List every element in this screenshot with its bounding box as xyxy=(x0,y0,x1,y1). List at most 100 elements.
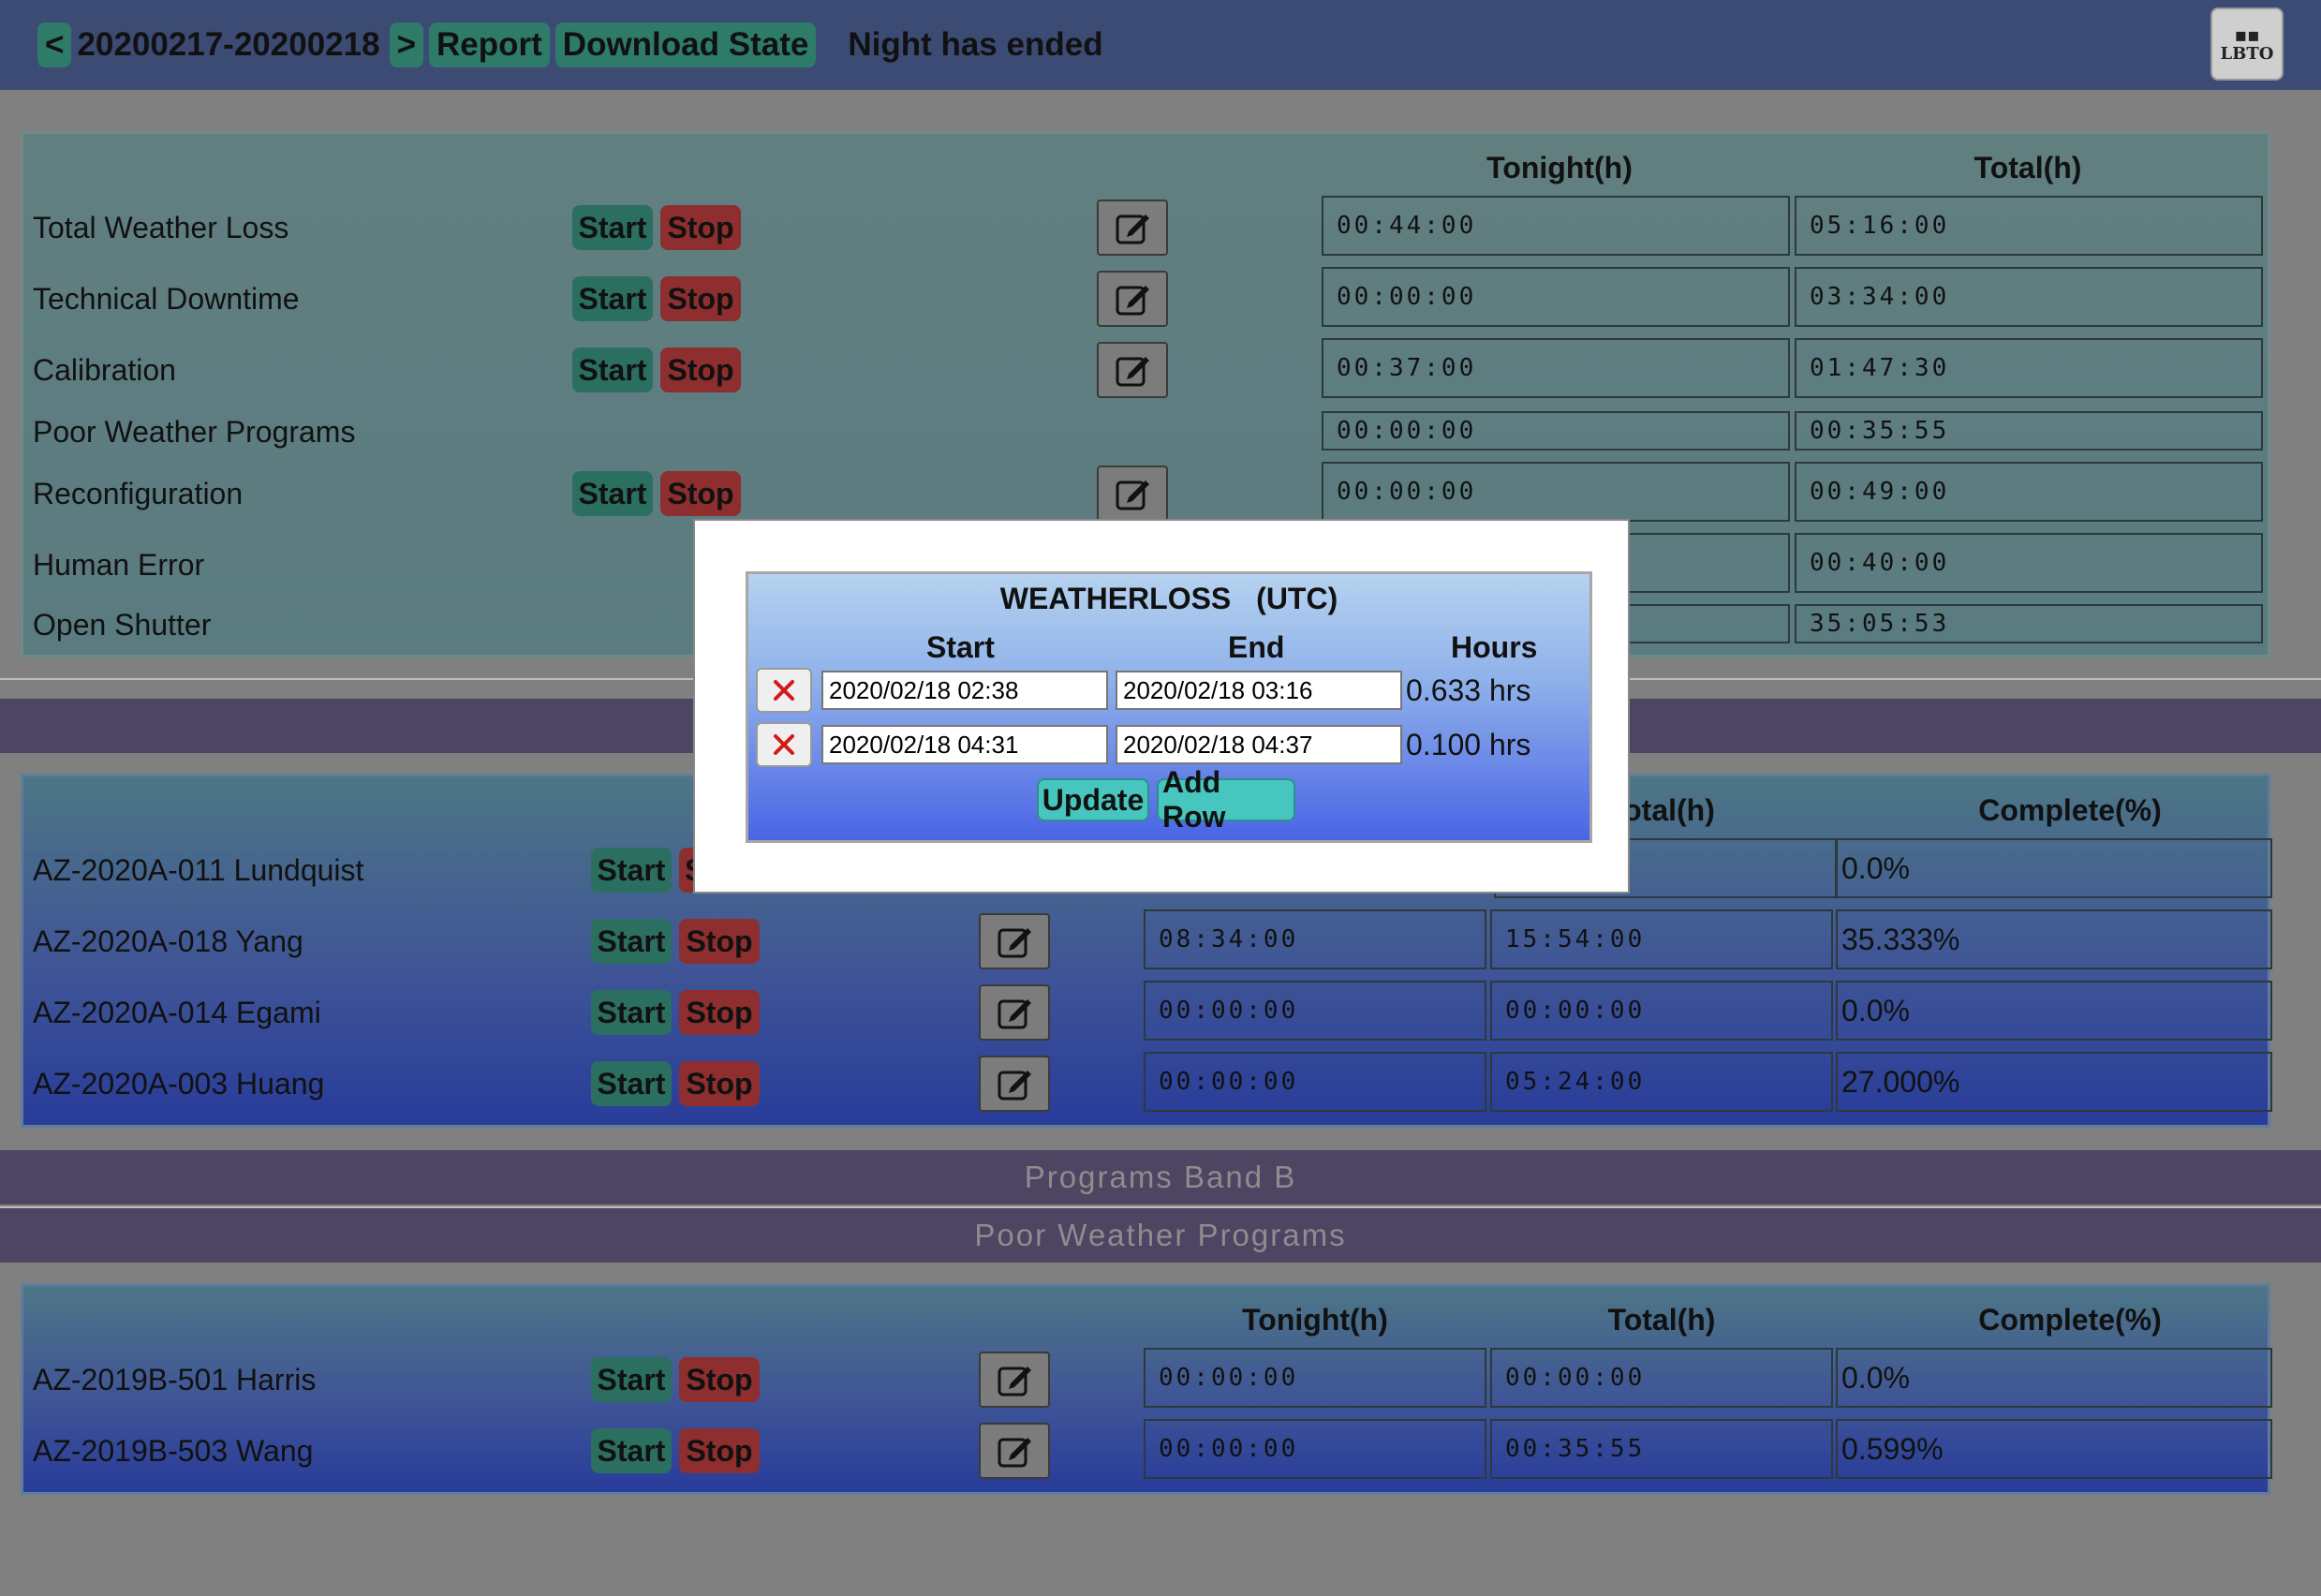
end-time-input[interactable]: 2020/02/18 03:16 xyxy=(1116,671,1402,710)
total-field-human-error[interactable]: 00:40:00 xyxy=(1795,533,2263,593)
complete-field-egami[interactable]: 0.0% xyxy=(1836,981,2272,1041)
total-field-harris[interactable]: 00:00:00 xyxy=(1490,1348,1833,1408)
edit-wang-button[interactable] xyxy=(979,1423,1050,1479)
tonight-field-wang[interactable]: 00:00:00 xyxy=(1144,1419,1486,1479)
stop-button-yang[interactable]: Stop xyxy=(679,919,760,964)
edit-harris-button[interactable] xyxy=(979,1352,1050,1408)
complete-field-harris[interactable]: 0.0% xyxy=(1836,1348,2272,1408)
tonight-field-technical-downtime[interactable]: 00:00:00 xyxy=(1322,267,1790,327)
total-field-yang[interactable]: 15:54:00 xyxy=(1490,909,1833,969)
row-label-total-weather-loss: Total Weather Loss xyxy=(33,211,289,244)
program-label-harris: AZ-2019B-501 Harris xyxy=(33,1363,317,1396)
add-row-button[interactable]: Add Row xyxy=(1157,765,1295,834)
start-button-huang[interactable]: Start xyxy=(591,1061,672,1106)
start-button-reconfiguration[interactable]: Start xyxy=(572,471,653,516)
total-field-egami[interactable]: 00:00:00 xyxy=(1490,981,1833,1041)
total-field-wang[interactable]: 00:35:55 xyxy=(1490,1419,1833,1479)
start-time-input[interactable]: 2020/02/18 04:31 xyxy=(821,725,1108,764)
complete-field-huang[interactable]: 27.000% xyxy=(1836,1052,2272,1112)
edit-technical-downtime-button[interactable] xyxy=(1097,271,1168,327)
edit-egami-button[interactable] xyxy=(979,984,1050,1041)
stop-button-weather-loss[interactable]: Stop xyxy=(660,205,741,250)
edit-icon xyxy=(1116,286,1149,316)
start-button-egami[interactable]: Start xyxy=(591,990,672,1035)
poor-weather-panel: Tonight(h) Total(h) Complete(%) AZ-2019B… xyxy=(21,1283,2272,1495)
start-button-weather-loss[interactable]: Start xyxy=(572,205,653,250)
edit-weather-loss-button[interactable] xyxy=(1097,200,1168,256)
lbto-logo: ▪▪ LBTO xyxy=(2210,7,2284,81)
total-field-technical-downtime[interactable]: 03:34:00 xyxy=(1795,267,2263,327)
complete-field-lundquist[interactable]: 0.0% xyxy=(1836,838,2272,898)
program-label-lundquist: AZ-2020A-011 Lundquist xyxy=(33,853,364,887)
complete-field-wang[interactable]: 0.599% xyxy=(1836,1419,2272,1479)
tonight-field-harris[interactable]: 00:00:00 xyxy=(1144,1348,1486,1408)
edit-icon xyxy=(998,928,1031,958)
stop-button-technical-downtime[interactable]: Stop xyxy=(660,276,741,321)
row-label-technical-downtime: Technical Downtime xyxy=(33,282,300,316)
total-field-huang[interactable]: 05:24:00 xyxy=(1490,1052,1833,1112)
report-button[interactable]: Report xyxy=(429,22,550,67)
edit-reconfiguration-button[interactable] xyxy=(1097,466,1168,522)
col-start: Start xyxy=(926,630,995,664)
update-button[interactable]: Update xyxy=(1037,778,1149,821)
binocular-icon: ▪▪ xyxy=(2234,22,2260,46)
delete-row-button[interactable] xyxy=(756,722,812,767)
row-label-human-error: Human Error xyxy=(33,548,205,582)
prev-night-button[interactable]: < xyxy=(37,22,72,67)
edit-icon xyxy=(1116,214,1149,244)
complete-field-yang[interactable]: 35.333% xyxy=(1836,909,2272,969)
hours-value: 0.100 hrs xyxy=(1406,728,1531,761)
total-field-reconfiguration[interactable]: 00:49:00 xyxy=(1795,462,2263,522)
col-complete: Complete(%) xyxy=(1978,793,2162,827)
edit-yang-button[interactable] xyxy=(979,913,1050,969)
next-night-button[interactable]: > xyxy=(389,22,424,67)
stop-button-reconfiguration[interactable]: Stop xyxy=(660,471,741,516)
start-button-calibration[interactable]: Start xyxy=(572,347,653,392)
delete-row-button[interactable] xyxy=(756,668,812,713)
stop-button-egami[interactable]: Stop xyxy=(679,990,760,1035)
row-label-calibration: Calibration xyxy=(33,353,176,387)
col-hours: Hours xyxy=(1451,630,1538,664)
total-field-open-shutter[interactable]: 35:05:53 xyxy=(1795,604,2263,643)
start-button-wang[interactable]: Start xyxy=(591,1428,672,1473)
tonight-field-yang[interactable]: 08:34:00 xyxy=(1144,909,1486,969)
edit-icon xyxy=(998,1367,1031,1396)
row-label-poor-weather-programs: Poor Weather Programs xyxy=(33,415,356,449)
tonight-field-calibration[interactable]: 00:37:00 xyxy=(1322,338,1790,398)
row-label-open-shutter: Open Shutter xyxy=(33,608,212,642)
close-icon xyxy=(774,680,794,701)
stop-button-harris[interactable]: Stop xyxy=(679,1357,760,1402)
hours-value: 0.633 hrs xyxy=(1406,673,1531,707)
edit-icon xyxy=(998,1438,1031,1468)
start-time-input[interactable]: 2020/02/18 02:38 xyxy=(821,671,1108,710)
tonight-field-reconfiguration[interactable]: 00:00:00 xyxy=(1322,462,1790,522)
poor-weather-section-bar[interactable]: Poor Weather Programs xyxy=(0,1208,2321,1263)
end-time-input[interactable]: 2020/02/18 04:37 xyxy=(1116,725,1402,764)
tonight-field-egami[interactable]: 00:00:00 xyxy=(1144,981,1486,1041)
close-icon xyxy=(774,734,794,755)
band-b-section-bar[interactable]: Programs Band B xyxy=(0,1150,2321,1204)
start-button-lundquist[interactable]: Start xyxy=(591,848,672,893)
start-button-yang[interactable]: Start xyxy=(591,919,672,964)
total-field-calibration[interactable]: 01:47:30 xyxy=(1795,338,2263,398)
col-complete: Complete(%) xyxy=(1978,1303,2162,1337)
download-state-button[interactable]: Download State xyxy=(554,22,817,67)
col-end: End xyxy=(1228,630,1285,664)
total-field-weather-loss[interactable]: 05:16:00 xyxy=(1795,196,2263,256)
stop-button-wang[interactable]: Stop xyxy=(679,1428,760,1473)
tonight-field-weather-loss[interactable]: 00:44:00 xyxy=(1322,196,1790,256)
stop-button-calibration[interactable]: Stop xyxy=(660,347,741,392)
edit-icon xyxy=(998,999,1031,1029)
start-button-harris[interactable]: Start xyxy=(591,1357,672,1402)
total-field-poor-weather[interactable]: 00:35:55 xyxy=(1795,411,2263,451)
program-label-yang: AZ-2020A-018 Yang xyxy=(33,924,303,958)
date-range: 20200217-20200218 xyxy=(77,26,380,63)
program-label-huang: AZ-2020A-003 Huang xyxy=(33,1067,325,1101)
stop-button-huang[interactable]: Stop xyxy=(679,1061,760,1106)
start-button-technical-downtime[interactable]: Start xyxy=(572,276,653,321)
edit-huang-button[interactable] xyxy=(979,1056,1050,1112)
dialog-title: WEATHERLOSS (UTC) xyxy=(999,582,1338,615)
tonight-field-poor-weather[interactable]: 00:00:00 xyxy=(1322,411,1790,451)
tonight-field-huang[interactable]: 00:00:00 xyxy=(1144,1052,1486,1112)
edit-calibration-button[interactable] xyxy=(1097,342,1168,398)
